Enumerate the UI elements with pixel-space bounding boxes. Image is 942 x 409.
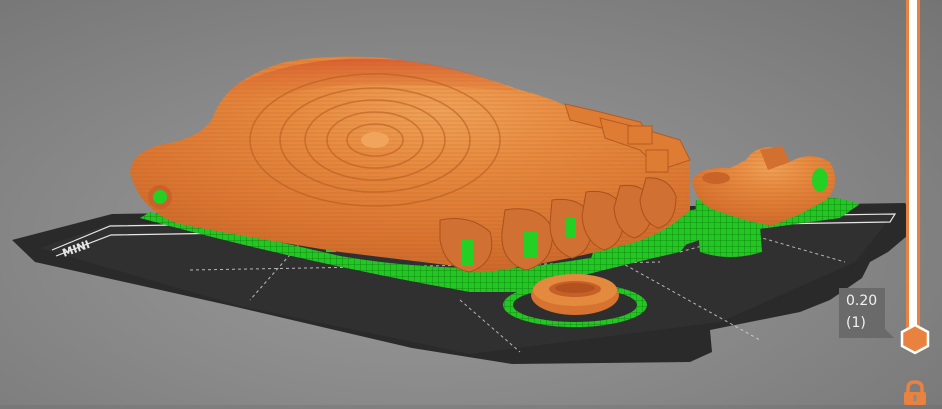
- ring-part: [531, 274, 619, 315]
- scene-canvas: MINI: [12, 56, 920, 364]
- layer-height-value: 0.20: [846, 293, 878, 309]
- hexagon-handle-icon[interactable]: [899, 323, 931, 355]
- tooltip-arrow: [885, 329, 894, 338]
- 3d-viewport[interactable]: MINI 0.20 (1): [0, 0, 942, 405]
- layer-height-tooltip: 0.20 (1): [839, 288, 894, 338]
- layer-slider-track[interactable]: [906, 0, 920, 340]
- lock-icon[interactable]: [901, 380, 929, 405]
- layer-number: (1): [846, 315, 866, 331]
